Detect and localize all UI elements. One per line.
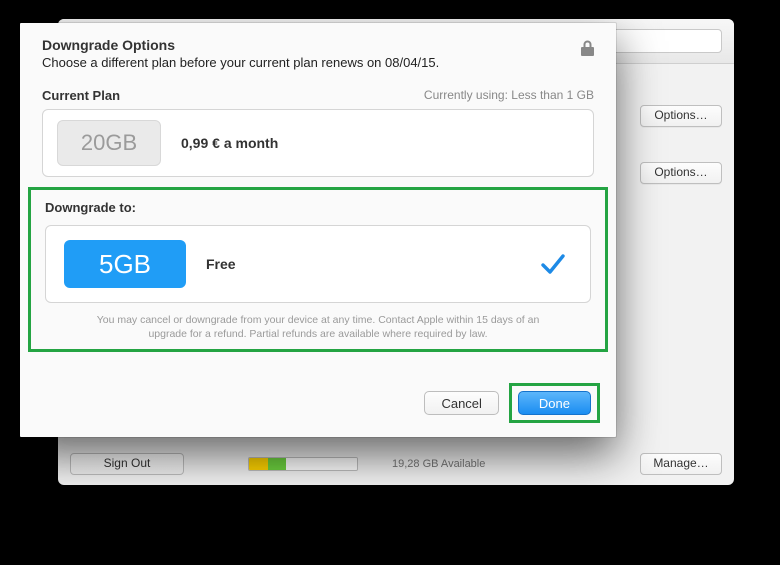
storage-footer: Sign Out 19,28 GB Available Manage… [70,453,722,475]
downgrade-to-label: Downgrade to: [31,190,605,225]
lock-icon [581,40,594,56]
storage-seg-free [286,458,357,470]
options-button-2[interactable]: Options… [640,162,722,184]
modal-subtitle: Choose a different plan before your curr… [42,55,439,70]
storage-available-text: 19,28 GB Available [392,458,485,470]
storage-seg-2 [268,458,285,470]
modal-title: Downgrade Options [42,37,439,53]
done-button[interactable]: Done [518,391,591,415]
downgrade-highlight: Downgrade to: 5GB Free You may cancel or… [28,187,608,352]
downgrade-plan-card[interactable]: 5GB Free [45,225,591,303]
current-plan-size-pill: 20GB [57,120,161,166]
sign-out-button[interactable]: Sign Out [70,453,184,475]
downgrade-modal: Downgrade Options Choose a different pla… [20,23,616,437]
storage-bar [248,457,358,471]
done-highlight: Done [509,383,600,423]
fineprint-text: You may cancel or downgrade from your de… [31,309,605,341]
cancel-button[interactable]: Cancel [424,391,498,415]
options-button-1[interactable]: Options… [640,105,722,127]
current-plan-card: 20GB 0,99 € a month [42,109,594,177]
downgrade-plan-price: Free [206,256,236,272]
manage-button[interactable]: Manage… [640,453,722,475]
checkmark-icon [540,251,566,277]
current-plan-label: Current Plan [42,88,120,103]
downgrade-plan-size-pill: 5GB [64,240,186,288]
current-usage-text: Currently using: Less than 1 GB [424,88,594,103]
storage-seg-1 [249,458,268,470]
current-plan-price: 0,99 € a month [181,135,278,151]
